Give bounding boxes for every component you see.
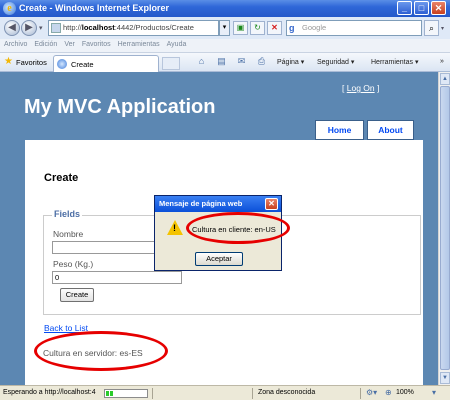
security-zone-text: Zona desconocida: [258, 389, 316, 396]
mail-icon[interactable]: ✉: [236, 56, 247, 67]
favorites-star-icon[interactable]: ★: [4, 57, 13, 67]
minimize-button[interactable]: _: [397, 1, 412, 15]
address-toolbar: ◀ ▶ ▾ http://localhost:4442/Productos/Cr…: [0, 17, 450, 39]
tab-label: Create: [71, 60, 94, 69]
zoom-level[interactable]: 100%: [396, 389, 414, 396]
google-icon: g: [289, 23, 295, 33]
address-input[interactable]: http://localhost:4442/Productos/Create: [48, 20, 219, 36]
tools-menu[interactable]: Herramientas ▾: [371, 58, 418, 66]
window-title: Create - Windows Internet Explorer: [19, 3, 169, 13]
page-heading: Create: [44, 172, 79, 184]
search-button[interactable]: ⌕: [424, 20, 439, 36]
page-icon: [51, 23, 61, 33]
menu-ver[interactable]: Ver: [60, 39, 78, 48]
alert-dialog: Mensaje de página web ✕ ! Cultura en cli…: [154, 195, 282, 271]
menu-herramientas[interactable]: Herramientas: [114, 39, 163, 48]
scroll-thumb[interactable]: [440, 86, 450, 370]
menu-bar: Archivo Edición Ver Favoritos Herramientas Ay…: [0, 39, 450, 53]
scroll-down-arrow-icon[interactable]: ▼: [440, 372, 450, 384]
status-bar: Esperando a http://localhost:4 Zona desc…: [0, 385, 450, 400]
favorites-button[interactable]: Favoritos: [16, 58, 47, 67]
address-dropdown-button[interactable]: ▾: [219, 20, 230, 36]
peso-label: Peso (Kg.): [53, 259, 94, 269]
feeds-icon[interactable]: ▤: [216, 56, 227, 67]
search-options-dropdown-icon[interactable]: ▾: [441, 25, 444, 32]
server-culture-text: Cultura en servidor: es-ES: [43, 348, 143, 358]
loading-progress-bar: [104, 389, 148, 398]
tab-ie-icon: [57, 59, 67, 69]
warning-exclamation-icon: !: [173, 223, 176, 233]
status-separator: [360, 388, 361, 399]
nav-about[interactable]: About: [367, 120, 414, 140]
home-icon[interactable]: ⌂: [196, 56, 207, 67]
fieldset-legend: Fields: [52, 209, 83, 219]
login-bracket-close: ]: [374, 83, 380, 93]
nombre-label: Nombre: [53, 229, 84, 239]
vertical-scrollbar[interactable]: ▲ ▼: [438, 72, 450, 385]
new-tab-button[interactable]: [162, 57, 180, 70]
back-to-list-link[interactable]: Back to List: [44, 323, 88, 333]
back-button[interactable]: ◀: [4, 20, 20, 36]
compatibility-view-icon[interactable]: ▣: [233, 21, 248, 35]
protected-mode-icon[interactable]: ⚙▾: [366, 388, 377, 397]
create-button[interactable]: Create: [60, 288, 94, 302]
menu-edicion[interactable]: Edición: [30, 39, 60, 48]
internet-explorer-icon: e: [3, 2, 16, 15]
status-separator: [152, 388, 153, 399]
history-dropdown-icon[interactable]: ▾: [39, 24, 43, 32]
zoom-icon[interactable]: ⊕: [385, 388, 392, 397]
zoom-dropdown-icon[interactable]: ▾: [432, 388, 436, 397]
status-separator: [252, 388, 253, 399]
login-display: [ Log On ]: [342, 83, 379, 93]
toolbar-overflow[interactable]: »: [440, 58, 444, 65]
dialog-message: Cultura en cliente: en-US: [192, 225, 276, 234]
log-on-link[interactable]: Log On: [347, 83, 375, 93]
print-icon[interactable]: ⎙: [256, 56, 267, 67]
url-prefix: http://: [63, 23, 82, 32]
dialog-title: Mensaje de página web: [155, 196, 281, 212]
search-input[interactable]: g Google: [286, 20, 422, 36]
status-text: Esperando a http://localhost:4: [3, 389, 96, 396]
page-menu[interactable]: Página ▾: [277, 58, 304, 66]
window-title-bar: e Create - Windows Internet Explorer _ □…: [0, 0, 450, 17]
search-placeholder: Google: [302, 23, 327, 32]
accept-button[interactable]: Aceptar: [195, 252, 243, 266]
peso-input[interactable]: 0: [52, 271, 182, 284]
refresh-icon[interactable]: ↻: [250, 21, 265, 35]
menu-favoritos[interactable]: Favoritos: [78, 39, 114, 48]
tab-create[interactable]: Create: [53, 55, 159, 72]
scroll-up-arrow-icon[interactable]: ▲: [440, 73, 450, 85]
stop-icon[interactable]: ✕: [267, 21, 282, 35]
progress-fill: [106, 391, 115, 396]
close-window-button[interactable]: ✕: [431, 1, 446, 15]
forward-button[interactable]: ▶: [21, 20, 37, 36]
menu-archivo[interactable]: Archivo: [0, 39, 30, 48]
dialog-close-button[interactable]: ✕: [265, 198, 278, 210]
security-menu[interactable]: Seguridad ▾: [317, 58, 354, 66]
app-title: My MVC Application: [24, 96, 216, 118]
nav-home[interactable]: Home: [315, 120, 364, 140]
favorites-bar: ★ Favoritos Create ⌂ ▤ ✉ ⎙ Página ▾ Segu…: [0, 53, 450, 72]
maximize-button[interactable]: □: [414, 1, 429, 15]
menu-ayuda[interactable]: Ayuda: [163, 39, 190, 48]
url-path: :4442/Productos/Create: [114, 23, 194, 32]
url-host: localhost: [81, 23, 115, 32]
